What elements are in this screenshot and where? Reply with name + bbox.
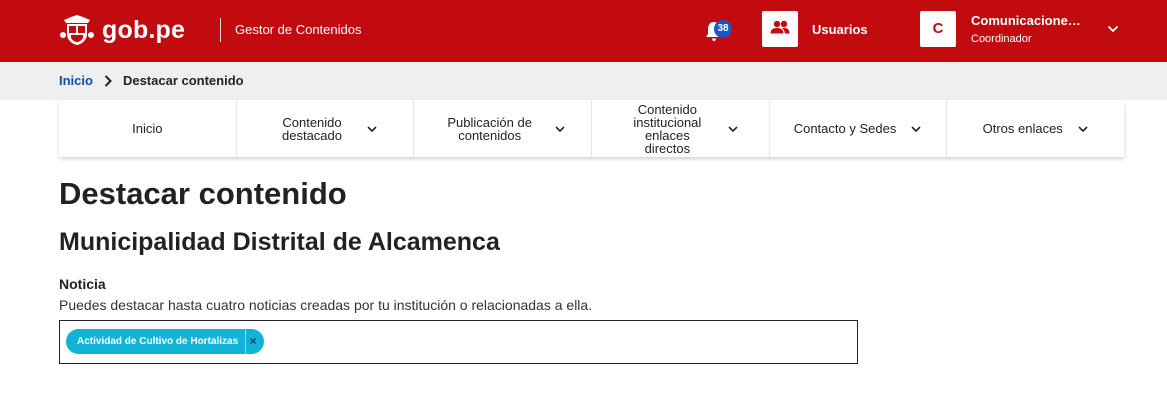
breadcrumb-home-link[interactable]: Inicio	[59, 73, 93, 88]
breadcrumb: Inicio Destacar contenido	[59, 73, 244, 88]
user-role: Coordinador	[971, 33, 1032, 45]
nav-item-contenido-institucional[interactable]: Contenido institucional enlaces directos	[592, 100, 770, 157]
notifications-badge: 38	[714, 20, 732, 38]
breadcrumb-band: Inicio Destacar contenido	[0, 62, 1167, 100]
chevron-down-icon[interactable]	[1106, 22, 1120, 36]
nav-item-contenido-destacado[interactable]: Contenido destacado	[237, 100, 415, 157]
nav-item-publicacion[interactable]: Publicación de contenidos	[414, 100, 593, 157]
news-tag-input[interactable]: Actividad de Cultivo de Hortalizas ×	[59, 320, 858, 364]
nav-item-contacto-sedes[interactable]: Contacto y Sedes	[770, 100, 948, 157]
nav-item-label: Contacto y Sedes	[793, 121, 897, 136]
user-avatar[interactable]: C	[920, 11, 956, 47]
peru-coat-of-arms-icon	[60, 13, 94, 47]
users-button[interactable]	[762, 11, 798, 47]
nav-item-label: Otros enlaces	[982, 121, 1063, 136]
field-label: Noticia	[59, 276, 106, 292]
users-link[interactable]: Usuarios	[812, 22, 868, 37]
gob-pe-logo[interactable]: gob.pe	[60, 12, 185, 48]
page-title: Destacar contenido	[59, 176, 347, 211]
selected-news-tag: Actividad de Cultivo de Hortalizas ×	[66, 329, 265, 354]
nav-item-otros-enlaces[interactable]: Otros enlaces	[947, 100, 1124, 157]
nav-item-label: Contenido institucional enlaces directos	[633, 101, 702, 156]
top-header: gob.pe Gestor de Contenidos 38 Usuarios …	[0, 0, 1167, 62]
nav-item-label: Contenido destacado	[282, 114, 342, 143]
users-icon	[770, 20, 790, 39]
breadcrumb-current: Destacar contenido	[122, 73, 244, 88]
main-nav: Inicio Contenido destacado Publicación d…	[59, 100, 1124, 157]
user-name[interactable]: Comunicaciones ...	[971, 13, 1086, 28]
chevron-down-icon	[727, 123, 739, 135]
tag-label: Actividad de Cultivo de Hortalizas	[77, 336, 239, 347]
nav-item-label: Publicación de contenidos	[447, 114, 532, 143]
nav-item-label: Inicio	[132, 121, 163, 136]
logo-text: gob.pe	[102, 15, 186, 44]
chevron-down-icon	[910, 123, 922, 135]
chevron-down-icon	[554, 123, 566, 135]
institution-title: Municipalidad Distrital de Alcamenca	[59, 228, 500, 256]
header-divider	[220, 18, 221, 42]
chevron-down-icon	[366, 123, 378, 135]
chevron-down-icon	[1077, 123, 1089, 135]
close-icon[interactable]: ×	[246, 329, 260, 354]
app-name: Gestor de Contenidos	[235, 22, 362, 37]
nav-item-inicio[interactable]: Inicio	[59, 100, 237, 157]
chevron-right-icon	[103, 74, 113, 88]
field-help-text: Puedes destacar hasta cuatro noticias cr…	[59, 297, 593, 313]
